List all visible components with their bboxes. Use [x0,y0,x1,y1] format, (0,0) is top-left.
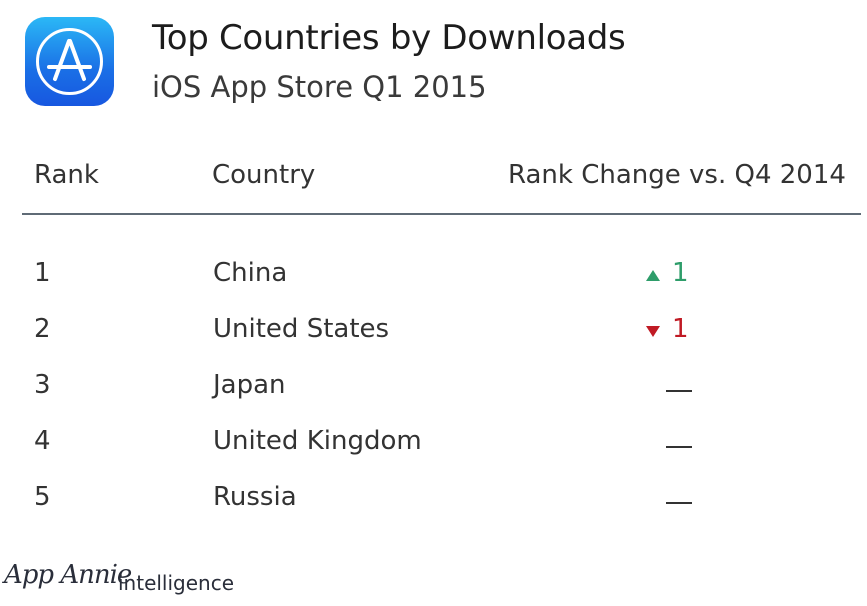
country-cell: China [213,258,288,288]
no-change-dash-icon [666,446,692,448]
no-change-dash-icon [666,390,692,392]
header-divider [22,213,861,215]
rank-change-cell [640,482,720,522]
footer-product-label: intelligence [118,571,235,595]
rank-change-cell: 1 [640,258,720,298]
rank-change-cell [640,370,720,410]
app-store-glyph-icon [36,28,103,95]
rank-cell: 3 [34,370,51,400]
table-row: 2 United States 1 [0,314,867,354]
rank-cell: 4 [34,426,51,456]
table-row: 4 United Kingdom [0,426,867,466]
table-row: 5 Russia [0,482,867,522]
app-store-icon [25,17,114,106]
column-header-country: Country [212,160,316,190]
triangle-up-icon [646,270,660,281]
rank-change-cell: 1 [640,314,720,354]
rank-change-cell [640,426,720,466]
country-cell: United States [213,314,390,344]
no-change-dash-icon [666,502,692,504]
page-subtitle: iOS App Store Q1 2015 [152,70,487,104]
country-cell: Russia [213,482,297,512]
table-row: 1 China 1 [0,258,867,298]
rank-change-value: 1 [672,314,689,344]
triangle-down-icon [646,326,660,337]
rank-cell: 2 [34,314,51,344]
country-cell: Japan [213,370,286,400]
rank-change-value: 1 [672,258,689,288]
rank-cell: 5 [34,482,51,512]
country-cell: United Kingdom [213,426,422,456]
rank-cell: 1 [34,258,51,288]
app-annie-logo: App Annie [4,560,132,590]
table-row: 3 Japan [0,370,867,410]
page-title: Top Countries by Downloads [152,18,626,58]
column-header-rank: Rank [34,160,99,190]
column-header-rank-change: Rank Change vs. Q4 2014 [508,160,846,190]
